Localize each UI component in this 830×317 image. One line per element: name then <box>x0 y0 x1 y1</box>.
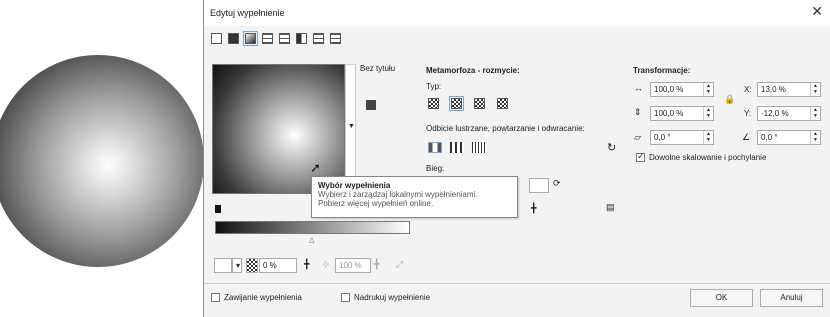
skew-icon: ▱ <box>634 132 641 142</box>
width-value: 100,0 % <box>654 85 684 94</box>
radial-type-icon[interactable] <box>449 96 464 111</box>
wrap-fill-checkbox[interactable] <box>211 293 220 302</box>
dialog-titlebar: Edytuj wypełnienie ✕ <box>204 0 830 26</box>
skew-input[interactable]: 0,0 ° ▲ ▼ <box>650 130 714 145</box>
mouse-cursor-icon: ➚ <box>310 160 321 175</box>
cancel-button[interactable]: Anuluj <box>760 289 823 307</box>
smooth-blend-icon[interactable]: ⤢ <box>396 259 403 270</box>
lock-icon[interactable]: 🔒 <box>724 94 735 105</box>
y-stepper[interactable]: ▲ ▼ <box>810 107 820 120</box>
speed-spinner[interactable] <box>529 178 549 193</box>
no-fill-icon[interactable] <box>211 33 222 44</box>
width-input[interactable]: 100,0 % ▲ ▼ <box>650 82 714 97</box>
rotate-stepper[interactable]: ▲ ▼ <box>810 131 820 144</box>
linear-type-icon[interactable] <box>428 98 439 109</box>
tooltip-line-2: Pobierz więcej wypełnień online. <box>318 199 434 208</box>
width-stepper[interactable]: ▲ ▼ <box>703 83 713 96</box>
tooltip-line-1: Wybierz i zarządzaj lokalnymi wypełnieni… <box>318 190 478 199</box>
node-color-dropdown[interactable]: ▾ <box>232 258 242 273</box>
wrap-fill-label: Zawijanie wypełnienia <box>224 293 302 302</box>
vector-pattern-icon[interactable] <box>262 33 273 44</box>
texture-fill-icon[interactable] <box>313 33 324 44</box>
gradient-bar[interactable] <box>215 221 410 234</box>
x-label: X: <box>744 85 752 94</box>
mirror-icon[interactable] <box>450 142 464 153</box>
fill-preview[interactable]: ➚ <box>212 64 345 194</box>
add-node-icon[interactable]: ╋ <box>531 203 536 214</box>
rotate-icon: ∠ <box>742 132 751 142</box>
postscript-fill-icon[interactable] <box>330 33 341 44</box>
fill-name-label: Bez tytułu <box>360 64 396 73</box>
height-icon: ⇕ <box>634 107 642 117</box>
transparency-input[interactable]: 0 % <box>259 258 297 273</box>
skew-value: 0,0 ° <box>654 133 671 142</box>
save-fill-icon[interactable] <box>366 100 376 110</box>
y-label: Y: <box>744 109 752 118</box>
height-value: 100,0 % <box>654 109 684 118</box>
rotate-value: 0,0 ° <box>761 133 778 142</box>
overprint-checkbox[interactable] <box>341 293 350 302</box>
y-input[interactable]: -12,0 % ▲ ▼ <box>757 106 821 121</box>
x-input[interactable]: 13,0 % ▲ ▼ <box>757 82 821 97</box>
node-color-swatch[interactable] <box>214 258 232 273</box>
mirror-label: Odbicie lustrzane, powtarzanie i odwraca… <box>426 124 585 133</box>
blend-heading: Metamorfoza - rozmycie: <box>426 66 520 75</box>
node-position-value: 100 % <box>339 261 362 270</box>
chevron-down-icon: ▼ <box>348 123 355 130</box>
uniform-fill-icon[interactable] <box>228 33 239 44</box>
rotate-input[interactable]: 0,0 ° ▲ ▼ <box>757 130 821 145</box>
edit-fill-dialog: Edytuj wypełnienie ✕ ➚ ▼ Bez tytułu Meta… <box>203 0 830 317</box>
width-icon: ↔ <box>634 83 643 93</box>
node-stepper-icon[interactable]: ╋ <box>374 259 379 270</box>
square-type-icon[interactable] <box>497 98 508 109</box>
skew-stepper[interactable]: ▲ ▼ <box>703 131 713 144</box>
add-node-small-icon[interactable]: ╋ <box>304 259 309 270</box>
fill-picker-tooltip: Wybór wypełnienia Wybierz i zarządzaj lo… <box>311 176 518 218</box>
transparency-icon <box>246 258 258 273</box>
transform-heading: Transformacje: <box>633 66 691 75</box>
speed-reset-icon[interactable]: ⟳ <box>553 178 561 189</box>
node-position-icon: ⊹ <box>322 259 330 269</box>
overprint-label: Nadrukuj wypełnienie <box>354 293 431 302</box>
fill-picker-dropdown[interactable]: ▼ <box>345 64 356 194</box>
tooltip-title: Wybór wypełnienia <box>318 181 391 190</box>
x-stepper[interactable]: ▲ ▼ <box>810 83 820 96</box>
bitmap-pattern-icon[interactable] <box>279 33 290 44</box>
conical-type-icon[interactable] <box>474 98 485 109</box>
fountain-fill-icon[interactable] <box>243 31 258 46</box>
node-edit-icon[interactable]: ▤ <box>606 202 615 213</box>
canvas-sphere-object <box>0 55 204 267</box>
dialog-title: Edytuj wypełnienie <box>210 8 285 18</box>
ok-button[interactable]: OK <box>690 289 753 307</box>
free-scale-checkbox[interactable] <box>636 151 645 162</box>
height-input[interactable]: 100,0 % ▲ ▼ <box>650 106 714 121</box>
node-position-input[interactable]: 100 % <box>335 258 371 273</box>
speed-label: Bieg: <box>426 164 445 173</box>
height-stepper[interactable]: ▲ ▼ <box>703 107 713 120</box>
two-color-pattern-icon[interactable] <box>296 33 307 44</box>
type-label: Typ: <box>426 82 442 91</box>
transparency-value: 0 % <box>263 261 277 270</box>
y-value: -12,0 % <box>761 109 789 118</box>
gradient-node-start[interactable] <box>215 205 221 213</box>
midpoint-marker-icon[interactable]: △ <box>309 236 314 244</box>
reverse-icon[interactable]: ↻ <box>607 141 616 154</box>
default-mirror-icon[interactable] <box>428 142 442 153</box>
repeat-icon[interactable] <box>472 142 486 153</box>
free-scale-label: Dowolne skalowanie i pochylanie <box>649 153 767 162</box>
close-icon[interactable]: ✕ <box>811 3 823 20</box>
x-value: 13,0 % <box>761 85 786 94</box>
